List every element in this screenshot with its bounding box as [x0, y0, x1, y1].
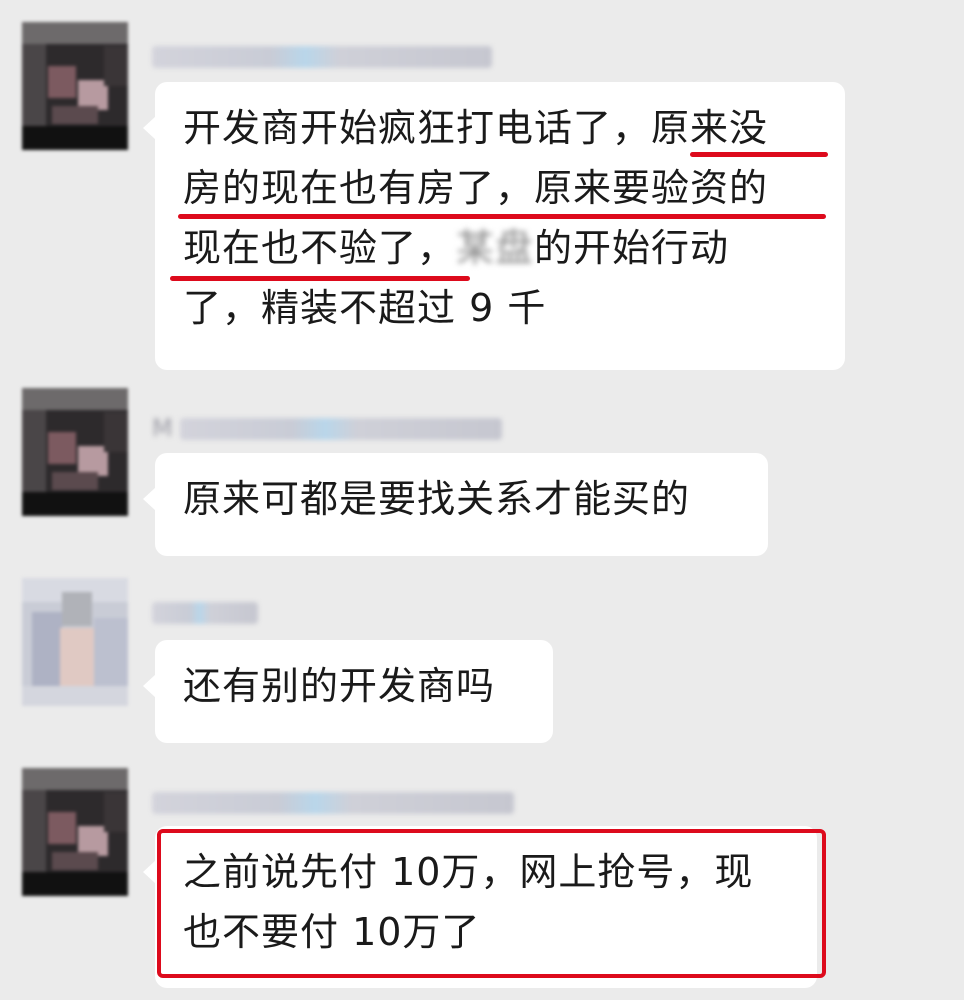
red-underline: [178, 214, 826, 219]
message-bubble[interactable]: 开发商开始疯狂打电话了，原来没 房的现在也有房了，原来要验资的 现在也不验了，某…: [143, 82, 845, 370]
red-highlight-box: [157, 829, 826, 978]
message-line: 了，精装不超过 9 千: [183, 286, 547, 330]
message-line: 还有别的开发商吗: [183, 664, 496, 708]
sender-avatar[interactable]: [22, 388, 128, 516]
red-underline: [690, 152, 828, 157]
message-line: 开发商开始疯狂打电话了，原来没: [183, 106, 769, 150]
message-line: 房的现在也有房了，原来要验资的: [183, 166, 769, 210]
sender-avatar[interactable]: [22, 768, 128, 896]
sender-name-redacted: [152, 792, 514, 814]
red-underline: [170, 276, 470, 281]
redacted-text: 某盘: [456, 226, 535, 270]
message-line: 原来可都是要找关系才能买的: [183, 477, 691, 521]
sender-name-redacted: [152, 602, 258, 624]
message-bubble[interactable]: 原来可都是要找关系才能买的: [143, 453, 768, 556]
message-bubble[interactable]: 还有别的开发商吗: [143, 640, 553, 743]
sender-name-redacted: M: [152, 414, 173, 442]
sender-name-redacted: [180, 418, 502, 440]
sender-avatar[interactable]: [22, 578, 128, 706]
sender-name-redacted: [152, 46, 492, 68]
sender-avatar[interactable]: [22, 22, 128, 150]
message-line: 现在也不验了，某盘的开始行动: [183, 226, 730, 270]
